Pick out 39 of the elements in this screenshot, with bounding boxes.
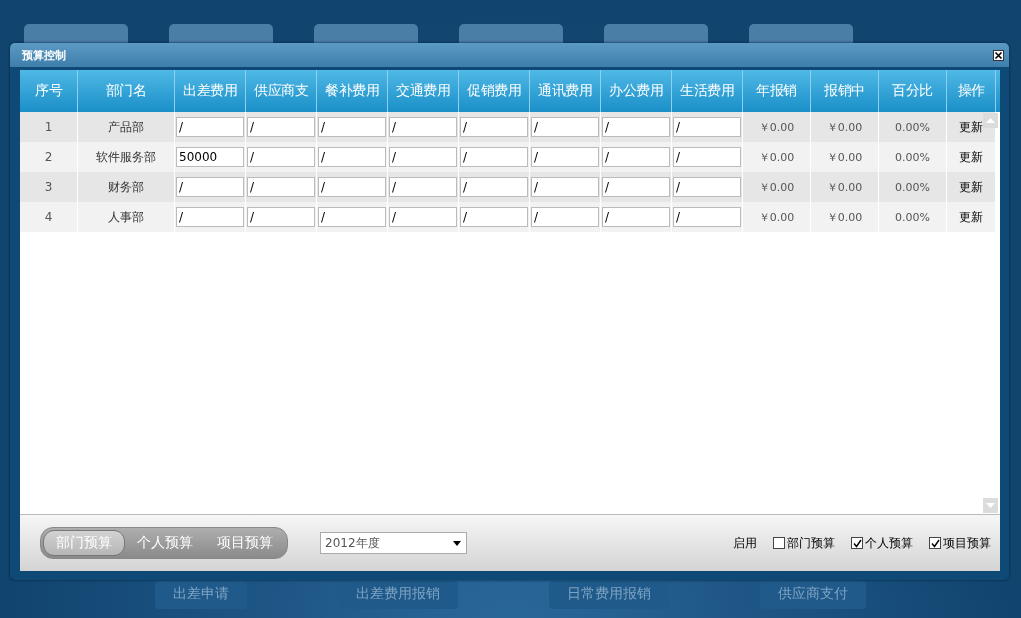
column-header: 促销费用	[458, 70, 530, 112]
table-cell: 0.00%	[878, 142, 947, 172]
column-header: 餐补费用	[316, 70, 388, 112]
table-cell: 软件服务部	[77, 142, 175, 172]
table-cell: 产品部	[77, 112, 175, 142]
column-header: 供应商支	[245, 70, 317, 112]
table-cell: 2	[20, 142, 78, 172]
checkbox-label: 项目预算	[943, 534, 991, 552]
window-title: 预算控制	[22, 47, 66, 63]
table-cell: 人事部	[77, 202, 175, 232]
table-cell: ￥0.00	[810, 112, 879, 142]
column-header: 生活费用	[671, 70, 743, 112]
column-header: 出差费用	[174, 70, 246, 112]
table-cell: ￥0.00	[810, 142, 879, 172]
column-header: 通讯费用	[529, 70, 601, 112]
column-header: 年报销	[742, 70, 811, 112]
table-cell: ￥0.00	[742, 202, 811, 232]
table-cell: 4	[20, 202, 78, 232]
table-cell: ￥0.00	[810, 172, 879, 202]
table-cell: 0.00%	[878, 112, 947, 142]
column-header: 操作	[946, 70, 996, 112]
column-header: 部门名	[77, 70, 175, 112]
column-header: 办公费用	[600, 70, 672, 112]
table-cell: 1	[20, 112, 78, 142]
table-cell: ￥0.00	[742, 172, 811, 202]
checkbox-label: 个人预算	[865, 534, 913, 552]
table-cell: ￥0.00	[742, 142, 811, 172]
enable-label: 启用	[733, 534, 757, 552]
table-cell: 0.00%	[878, 202, 947, 232]
column-header: 百分比	[878, 70, 947, 112]
column-header: 报销中	[810, 70, 879, 112]
table-cell: ￥0.00	[810, 202, 879, 232]
column-header: 序号	[20, 70, 78, 112]
table-cell: 0.00%	[878, 172, 947, 202]
table-cell: 财务部	[77, 172, 175, 202]
column-header: 交通费用	[387, 70, 459, 112]
table-cell: ￥0.00	[742, 112, 811, 142]
table-cell: 3	[20, 172, 78, 202]
checkbox-label: 部门预算	[787, 534, 835, 552]
